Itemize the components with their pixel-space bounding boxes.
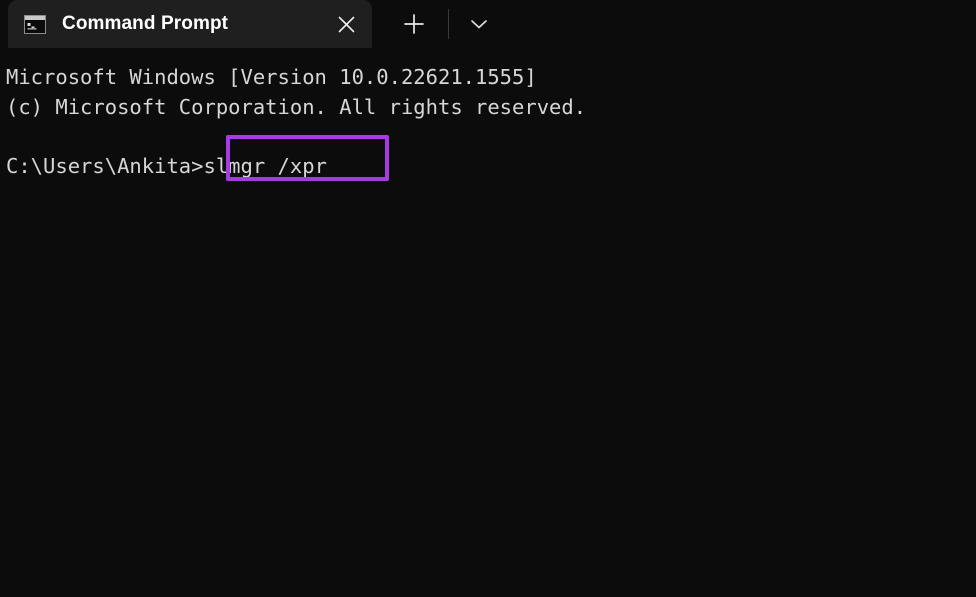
typed-command: slmgr /xpr	[203, 153, 327, 178]
tab-strip: Command Prompt	[0, 0, 976, 55]
command-prompt-window: Command Prompt Microsoft Windows [Versio…	[0, 0, 976, 597]
console-window-icon	[24, 14, 46, 34]
tab-command-prompt[interactable]: Command Prompt	[8, 0, 372, 48]
prompt-path: C:\Users\Ankita>	[6, 153, 204, 178]
terminal-line-copyright: (c) Microsoft Corporation. All rights re…	[6, 94, 587, 119]
terminal-line-version: Microsoft Windows [Version 10.0.22621.15…	[6, 65, 537, 89]
tab-title: Command Prompt	[62, 13, 229, 34]
toolbar-divider	[448, 9, 449, 39]
chevron-down-icon[interactable]	[459, 4, 499, 44]
terminal-output-area[interactable]: Microsoft Windows [Version 10.0.22621.15…	[0, 55, 976, 597]
new-tab-button[interactable]	[394, 4, 434, 44]
close-icon[interactable]	[326, 4, 366, 44]
terminal-prompt-line: C:\Users\Ankita>slmgr /xpr	[6, 152, 327, 182]
